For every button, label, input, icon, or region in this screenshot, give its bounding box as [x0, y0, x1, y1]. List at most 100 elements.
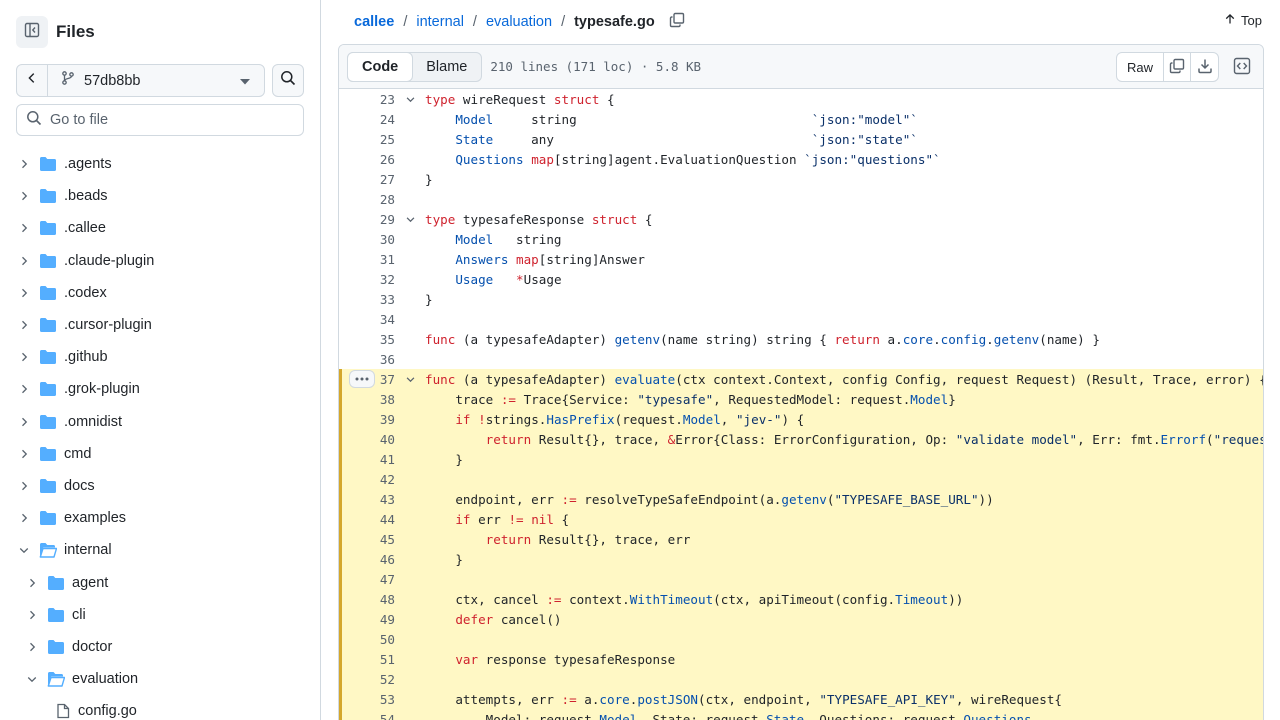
chevron-right-icon[interactable] — [16, 285, 32, 301]
tree-folder-item[interactable]: .codex — [0, 277, 320, 309]
line-number[interactable]: 46 — [339, 552, 395, 567]
tree-folder-item[interactable]: .grok-plugin — [0, 373, 320, 405]
line-number[interactable]: 26 — [339, 152, 395, 167]
tree-item-label: .omnidist — [64, 413, 123, 430]
line-number[interactable]: 43 — [339, 492, 395, 507]
chevron-right-icon[interactable] — [16, 381, 32, 397]
chevron-right-icon[interactable] — [24, 639, 40, 655]
tree-folder-item[interactable]: internal — [0, 534, 320, 566]
line-number[interactable]: 40 — [339, 432, 395, 447]
copy-raw-button[interactable] — [1164, 53, 1191, 81]
chevron-right-icon[interactable] — [16, 220, 32, 236]
line-number[interactable]: 39 — [339, 412, 395, 427]
line-number[interactable]: 44 — [339, 512, 395, 527]
line-number[interactable]: 27 — [339, 172, 395, 187]
chevron-right-icon[interactable] — [16, 188, 32, 204]
line-number[interactable]: 48 — [339, 592, 395, 607]
collapse-sidebar-button[interactable] — [16, 16, 48, 48]
line-number[interactable]: 45 — [339, 532, 395, 547]
fold-toggle[interactable] — [395, 214, 425, 225]
search-button[interactable] — [272, 64, 304, 97]
tree-file-item[interactable]: config.go — [0, 695, 320, 720]
chevron-right-icon[interactable] — [16, 414, 32, 430]
tree-folder-item[interactable]: doctor — [0, 631, 320, 663]
chevron-down-icon[interactable] — [24, 671, 40, 687]
line-number[interactable]: 24 — [339, 112, 395, 127]
line-number[interactable]: 23 — [339, 92, 395, 107]
chevron-right-icon[interactable] — [16, 510, 32, 526]
code-text: } — [425, 552, 463, 567]
line-number[interactable]: 25 — [339, 132, 395, 147]
line-number[interactable]: 31 — [339, 252, 395, 267]
tree-folder-item[interactable]: .callee — [0, 212, 320, 244]
tree-folder-item[interactable]: cli — [0, 599, 320, 631]
chevron-right-icon[interactable] — [16, 349, 32, 365]
line-number[interactable]: 28 — [339, 192, 395, 207]
tree-folder-item[interactable]: cmd — [0, 438, 320, 470]
line-number[interactable]: 50 — [339, 632, 395, 647]
code-tab[interactable]: Code — [347, 51, 414, 82]
code-square-icon — [1233, 57, 1251, 79]
top-link[interactable]: Top — [1224, 13, 1262, 28]
folder-icon — [39, 188, 57, 204]
code-token: } — [425, 291, 433, 307]
breadcrumb-repo-link[interactable]: callee — [354, 14, 394, 30]
line-number[interactable]: 51 — [339, 652, 395, 667]
chevron-right-icon[interactable] — [16, 253, 32, 269]
fold-toggle[interactable] — [395, 374, 425, 385]
download-button[interactable] — [1191, 53, 1218, 81]
tree-folder-item[interactable]: .claude-plugin — [0, 245, 320, 277]
branch-dropdown[interactable]: 57db8bb — [48, 70, 264, 91]
line-number[interactable]: 52 — [339, 672, 395, 687]
go-to-file-input[interactable] — [50, 112, 290, 128]
tree-folder-item[interactable]: .cursor-plugin — [0, 309, 320, 341]
tree-folder-item[interactable]: evaluation — [0, 663, 320, 695]
line-number[interactable]: 34 — [339, 312, 395, 327]
tree-item-label: .claude-plugin — [64, 252, 155, 269]
line-number[interactable]: 49 — [339, 612, 395, 627]
line-number[interactable]: 32 — [339, 272, 395, 287]
tree-folder-item[interactable]: .agents — [0, 148, 320, 180]
tree-folder-item[interactable]: agent — [0, 566, 320, 598]
code-token: err — [470, 511, 509, 527]
chevron-right-icon[interactable] — [24, 575, 40, 591]
code-text: attempts, err := a.core.postJSON(ctx, en… — [425, 692, 1062, 707]
fold-toggle[interactable] — [395, 94, 425, 105]
line-number[interactable]: 33 — [339, 292, 395, 307]
tree-folder-item[interactable]: .github — [0, 341, 320, 373]
go-to-file-field — [16, 104, 304, 136]
tree-folder-item[interactable]: examples — [0, 502, 320, 534]
symbols-panel-button[interactable] — [1233, 57, 1251, 80]
line-number[interactable]: 41 — [339, 452, 395, 467]
line-number[interactable]: 30 — [339, 232, 395, 247]
line-number[interactable]: 38 — [339, 392, 395, 407]
breadcrumb-current-file: typesafe.go — [574, 14, 655, 30]
breadcrumb-internal-link[interactable]: internal — [416, 14, 464, 30]
chevron-right-icon[interactable] — [24, 607, 40, 623]
line-number[interactable]: 54 — [339, 712, 395, 720]
chevron-right-icon[interactable] — [16, 446, 32, 462]
tree-folder-item[interactable]: .beads — [0, 180, 320, 212]
chevron-right-icon[interactable] — [16, 317, 32, 333]
line-number[interactable]: 53 — [339, 692, 395, 707]
line-number[interactable]: 36 — [339, 352, 395, 367]
line-number[interactable]: 35 — [339, 332, 395, 347]
code-line: 50 — [339, 629, 1263, 649]
blame-tab[interactable]: Blame — [412, 53, 481, 81]
breadcrumb-evaluation-link[interactable]: evaluation — [486, 14, 552, 30]
line-number[interactable]: 42 — [339, 472, 395, 487]
line-number[interactable]: 29 — [339, 212, 395, 227]
chevron-right-icon[interactable] — [16, 156, 32, 172]
tree-folder-item[interactable]: docs — [0, 470, 320, 502]
tree-folder-item[interactable]: .omnidist — [0, 406, 320, 438]
code-token: core — [902, 331, 934, 347]
back-button[interactable] — [17, 65, 48, 96]
copy-path-button[interactable] — [669, 12, 685, 32]
line-number[interactable]: 47 — [339, 572, 395, 587]
chevron-right-icon[interactable] — [16, 478, 32, 494]
line-options-button[interactable] — [349, 370, 375, 388]
raw-button[interactable]: Raw — [1117, 53, 1164, 81]
chevron-down-icon[interactable] — [16, 542, 32, 558]
